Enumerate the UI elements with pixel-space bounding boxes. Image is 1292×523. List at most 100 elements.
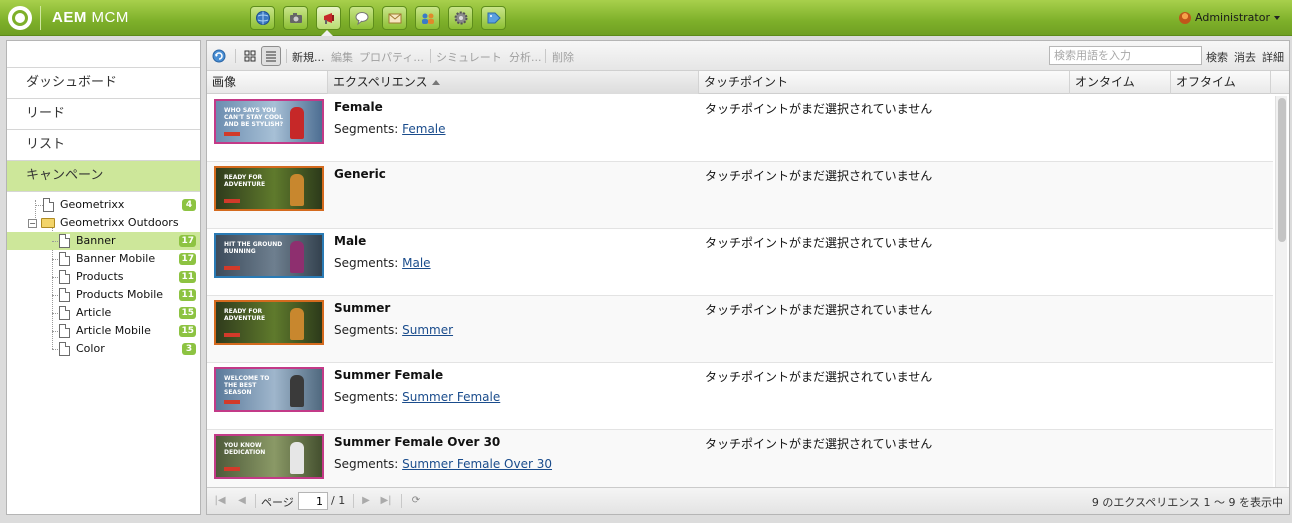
collapse-icon[interactable]: −: [28, 219, 37, 228]
column-header: 画像 エクスペリエンス タッチポイント オンタイム オフタイム: [207, 71, 1289, 94]
thumbnail-banner-text: YOU KNOW DEDICATION: [224, 442, 266, 456]
tag-icon[interactable]: [481, 6, 506, 30]
experience-thumbnail: WHO SAYS YOU CAN'T STAY COOL AND BE STYL…: [214, 99, 324, 144]
table-row[interactable]: WHO SAYS YOU CAN'T STAY COOL AND BE STYL…: [207, 95, 1273, 162]
touchpoint-status: タッチポイントがまだ選択されていません: [705, 169, 933, 183]
table-row[interactable]: READY FOR ADVENTURE Summer Segments: Sum…: [207, 296, 1273, 363]
column-ontime[interactable]: オンタイム: [1070, 71, 1171, 94]
toolbar: 新規... 編集 プロパティ... シミュレート 分析... 削除 検索 消去 …: [207, 41, 1289, 71]
touchpoint-status: タッチポイントがまだ選択されていません: [705, 303, 933, 317]
tree-node-geometrixx-outdoors[interactable]: − Geometrixx Outdoors: [7, 214, 200, 232]
tree-node-products[interactable]: Products 11: [7, 268, 200, 286]
page-label: ページ: [261, 496, 294, 509]
column-offtime[interactable]: オフタイム: [1171, 71, 1271, 94]
table-row[interactable]: YOU KNOW DEDICATION Summer Female Over 3…: [207, 430, 1273, 488]
experience-thumbnail: YOU KNOW DEDICATION: [214, 434, 324, 479]
count-badge: 11: [179, 289, 196, 301]
gear-icon[interactable]: [448, 6, 473, 30]
megaphone-icon[interactable]: [316, 6, 341, 30]
column-experience[interactable]: エクスペリエンス: [328, 71, 699, 94]
sidebar-item-campaigns[interactable]: キャンペーン: [7, 161, 200, 192]
experience-grid-panel: 新規... 編集 プロパティ... シミュレート 分析... 削除 検索 消去 …: [206, 40, 1290, 515]
globe-icon[interactable]: [250, 6, 275, 30]
page-icon: [59, 342, 70, 356]
first-page-icon[interactable]: |◀: [213, 494, 227, 508]
speech-bubble-icon[interactable]: [349, 6, 374, 30]
new-button[interactable]: 新規...: [292, 49, 325, 65]
tree-node-geometrixx[interactable]: Geometrixx 4: [7, 196, 200, 214]
tree-node-banner-mobile[interactable]: Banner Mobile 17: [7, 250, 200, 268]
camera-icon[interactable]: [283, 6, 308, 30]
clear-button[interactable]: 消去: [1234, 49, 1256, 65]
sidebar: ダッシュボード リード リスト キャンペーン Geometrixx 4 − Ge…: [6, 40, 201, 515]
scrollbar-thumb[interactable]: [1278, 98, 1286, 242]
thumbnail-banner-text: READY FOR ADVENTURE: [224, 174, 266, 188]
table-row[interactable]: READY FOR ADVENTURE Generic タッチポイントがまだ選択…: [207, 162, 1273, 229]
sidebar-item-lists[interactable]: リスト: [7, 130, 200, 161]
user-menu[interactable]: Administrator: [1179, 11, 1280, 24]
count-badge: 3: [182, 343, 196, 355]
thumbnail-banner-text: HIT THE GROUND RUNNING: [224, 241, 283, 255]
experience-thumbnail: HIT THE GROUND RUNNING: [214, 233, 324, 278]
last-page-icon[interactable]: ▶|: [379, 494, 393, 508]
folder-icon: [41, 218, 55, 228]
search-input[interactable]: [1049, 46, 1202, 65]
table-row[interactable]: HIT THE GROUND RUNNING Male Segments: Ma…: [207, 229, 1273, 296]
refresh-icon[interactable]: ⟳: [409, 494, 423, 508]
page-icon: [59, 252, 70, 266]
column-image[interactable]: 画像: [207, 71, 328, 94]
properties-button[interactable]: プロパティ...: [359, 49, 424, 65]
tree-node-color[interactable]: Color 3: [7, 340, 200, 358]
simulate-button[interactable]: シミュレート: [436, 49, 502, 65]
delete-button[interactable]: 削除: [552, 49, 574, 65]
sort-ascending-icon: [431, 80, 440, 85]
experience-segments: Segments: Female: [334, 122, 446, 136]
people-icon[interactable]: [415, 6, 440, 30]
sidebar-item-leads[interactable]: リード: [7, 99, 200, 130]
app-title: AEM MCM: [52, 9, 129, 26]
experience-title: Summer Female: [334, 368, 444, 382]
page-icon: [59, 306, 70, 320]
experience-thumbnail: READY FOR ADVENTURE: [214, 300, 324, 345]
column-touchpoint[interactable]: タッチポイント: [699, 71, 1070, 94]
sidebar-item-dashboard[interactable]: ダッシュボード: [7, 68, 200, 99]
previous-page-icon[interactable]: ◀: [235, 494, 249, 508]
tree-node-article-mobile[interactable]: Article Mobile 15: [7, 322, 200, 340]
vertical-scrollbar[interactable]: [1275, 96, 1287, 487]
next-page-icon[interactable]: ▶: [359, 494, 373, 508]
segment-link[interactable]: Male: [402, 256, 430, 270]
top-bar: AEM MCM Administrator: [0, 0, 1292, 36]
table-row[interactable]: WELCOME TO THE BEST SEASON Summer Female…: [207, 363, 1273, 430]
segment-link[interactable]: Summer Female Over 30: [402, 457, 552, 471]
advanced-search-button[interactable]: 詳細: [1262, 49, 1284, 65]
experience-segments: Segments: Summer Female: [334, 390, 501, 404]
paging-toolbar: |◀ ◀ ページ / 1 ▶ ▶| ⟳ 9 のエクスペリエンス 1 〜 9 を表…: [207, 487, 1289, 514]
experience-title: Summer: [334, 301, 391, 315]
segment-link[interactable]: Summer Female: [402, 390, 500, 404]
tree-node-banner[interactable]: Banner 17: [7, 232, 200, 250]
refresh-icon[interactable]: [209, 46, 229, 66]
segment-link[interactable]: Summer: [402, 323, 453, 337]
tree-node-article[interactable]: Article 15: [7, 304, 200, 322]
list-view-icon[interactable]: [261, 46, 281, 66]
chevron-down-icon: [1274, 15, 1280, 20]
analyze-button[interactable]: 分析...: [509, 49, 542, 65]
experience-title: Summer Female Over 30: [334, 435, 501, 449]
grid-view-icon[interactable]: [240, 46, 260, 66]
paging-summary: 9 のエクスペリエンス 1 〜 9 を表示中: [1091, 496, 1283, 509]
sidebar-header: [7, 41, 200, 68]
segment-link[interactable]: Female: [402, 122, 445, 136]
tree-node-products-mobile[interactable]: Products Mobile 11: [7, 286, 200, 304]
aem-logo-icon[interactable]: [8, 6, 32, 30]
count-badge: 11: [179, 271, 196, 283]
envelope-icon[interactable]: [382, 6, 407, 30]
page-icon: [59, 324, 70, 338]
page-number-input[interactable]: [298, 492, 328, 510]
search-button[interactable]: 検索: [1206, 49, 1228, 65]
experience-title: Female: [334, 100, 383, 114]
edit-button[interactable]: 編集: [331, 49, 353, 65]
touchpoint-status: タッチポイントがまだ選択されていません: [705, 102, 933, 116]
thumbnail-banner-text: WELCOME TO THE BEST SEASON: [224, 375, 270, 396]
experience-title: Generic: [334, 167, 386, 181]
count-badge: 4: [182, 199, 196, 211]
